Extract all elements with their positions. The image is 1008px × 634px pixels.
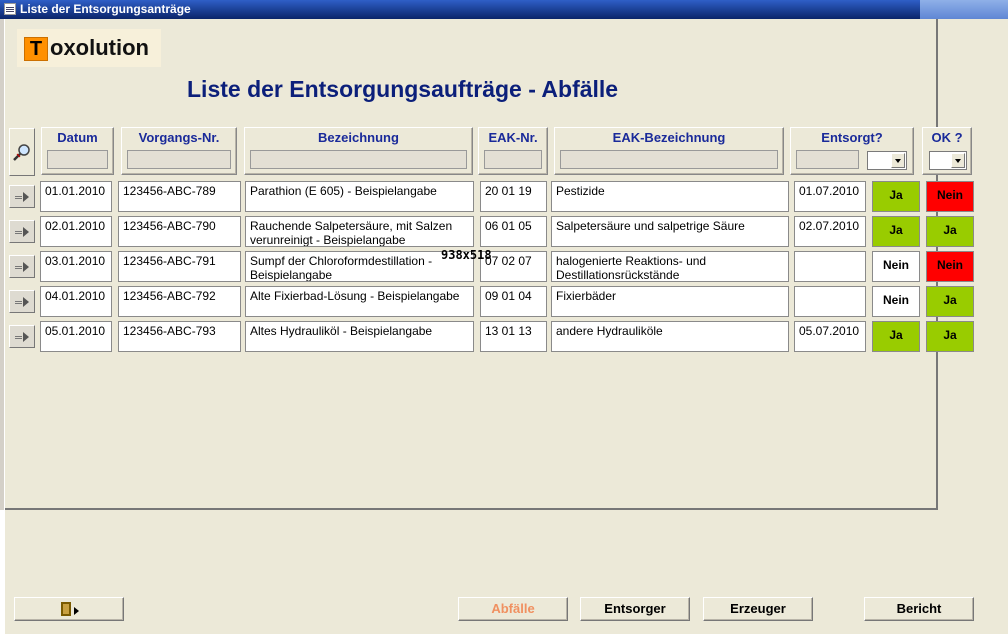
cell-eak[interactable]: 13 01 13 bbox=[480, 321, 547, 352]
filter-bezeichnung[interactable] bbox=[250, 150, 467, 169]
find-magnifier-icon bbox=[13, 144, 30, 161]
cell-entsorgt-datum[interactable]: 01.07.2010 bbox=[794, 181, 866, 212]
status-badge-ok[interactable]: Ja bbox=[926, 216, 974, 247]
record-selector-icon[interactable] bbox=[9, 220, 35, 243]
filter-entsorgt-combo[interactable] bbox=[867, 151, 907, 170]
erzeuger-button[interactable]: Erzeuger bbox=[703, 597, 813, 621]
logo-text: oxolution bbox=[50, 35, 149, 60]
column-header-datum[interactable]: Datum bbox=[41, 127, 114, 175]
cell-datum[interactable]: 01.01.2010 bbox=[40, 181, 112, 212]
column-header-ok[interactable]: OK ? bbox=[922, 127, 972, 175]
cell-datum[interactable]: 04.01.2010 bbox=[40, 286, 112, 317]
filter-vorgang[interactable] bbox=[127, 150, 231, 169]
column-label-bezeichnung: Bezeichnung bbox=[318, 130, 399, 145]
column-label-eak: EAK-Nr. bbox=[488, 130, 538, 145]
column-label-datum: Datum bbox=[57, 130, 98, 145]
cell-bezeichnung[interactable]: Alte Fixierbad-Lösung - Beispielangabe bbox=[245, 286, 474, 317]
cell-eak[interactable]: 09 01 04 bbox=[480, 286, 547, 317]
cell-eak[interactable]: 06 01 05 bbox=[480, 216, 547, 247]
exit-door-icon bbox=[61, 602, 79, 616]
cell-vorgang[interactable]: 123456-ABC-789 bbox=[118, 181, 241, 212]
filter-ok-combo[interactable] bbox=[929, 151, 967, 170]
record-selector-icon[interactable] bbox=[9, 185, 35, 208]
status-badge-ok[interactable]: Ja bbox=[926, 286, 974, 317]
status-badge-ok[interactable]: Nein bbox=[926, 181, 974, 212]
abfaelle-button[interactable]: Abfälle bbox=[458, 597, 568, 621]
bericht-button[interactable]: Bericht bbox=[864, 597, 974, 621]
cell-eak-bez[interactable]: Fixierbäder bbox=[551, 286, 789, 317]
cell-eak-bez[interactable]: Salpetersäure und salpetrige Säure bbox=[551, 216, 789, 247]
cell-datum[interactable]: 05.01.2010 bbox=[40, 321, 112, 352]
status-badge-ok[interactable]: Nein bbox=[926, 251, 974, 282]
cell-datum[interactable]: 03.01.2010 bbox=[40, 251, 112, 282]
window-titlebar[interactable]: Liste der Entsorgungsanträge bbox=[0, 0, 920, 19]
background-window-strip bbox=[920, 0, 1008, 19]
cell-entsorgt-datum[interactable]: 05.07.2010 bbox=[794, 321, 866, 352]
window-left-border bbox=[0, 19, 5, 510]
chevron-down-icon[interactable] bbox=[891, 153, 905, 168]
status-badge-entsorgt[interactable]: Nein bbox=[872, 251, 920, 282]
cell-eak[interactable]: 20 01 19 bbox=[480, 181, 547, 212]
column-header-vorgang[interactable]: Vorgangs-Nr. bbox=[121, 127, 237, 175]
filter-datum[interactable] bbox=[47, 150, 108, 169]
status-badge-entsorgt[interactable]: Ja bbox=[872, 321, 920, 352]
status-badge-entsorgt[interactable]: Nein bbox=[872, 286, 920, 317]
record-selector-icon[interactable] bbox=[9, 325, 35, 348]
column-label-ok: OK ? bbox=[931, 130, 963, 145]
cell-bezeichnung[interactable]: Altes Hydrauliköl - Beispielangabe bbox=[245, 321, 474, 352]
record-selector-icon[interactable] bbox=[9, 255, 35, 278]
page-title: Liste der Entsorgungsaufträge - Abfälle bbox=[187, 76, 619, 102]
status-badge-ok[interactable]: Ja bbox=[926, 321, 974, 352]
cell-entsorgt-datum[interactable]: 02.07.2010 bbox=[794, 216, 866, 247]
cell-datum[interactable]: 02.01.2010 bbox=[40, 216, 112, 247]
find-button[interactable] bbox=[9, 128, 35, 176]
column-label-vorgang: Vorgangs-Nr. bbox=[138, 130, 220, 145]
cell-bezeichnung[interactable]: Rauchende Salpetersäure, mit Salzen veru… bbox=[245, 216, 474, 247]
column-header-bezeichnung[interactable]: Bezeichnung bbox=[244, 127, 473, 175]
logo-letter: T bbox=[24, 37, 48, 61]
column-header-eak-bezeichnung[interactable]: EAK-Bezeichnung bbox=[554, 127, 784, 175]
chevron-down-icon[interactable] bbox=[951, 153, 965, 168]
form-icon[interactable] bbox=[4, 3, 16, 15]
window-title: Liste der Entsorgungsanträge bbox=[20, 2, 191, 16]
cell-vorgang[interactable]: 123456-ABC-791 bbox=[118, 251, 241, 282]
cell-vorgang[interactable]: 123456-ABC-790 bbox=[118, 216, 241, 247]
cell-eak-bez[interactable]: halogenierte Reaktions- und Destillation… bbox=[551, 251, 789, 282]
dimension-label: 938x518 bbox=[441, 248, 492, 262]
cell-vorgang[interactable]: 123456-ABC-792 bbox=[118, 286, 241, 317]
cell-entsorgt-datum[interactable] bbox=[794, 251, 866, 282]
column-label-eak-bezeichnung: EAK-Bezeichnung bbox=[612, 130, 726, 145]
column-header-eak[interactable]: EAK-Nr. bbox=[478, 127, 548, 175]
cell-bezeichnung[interactable]: Sumpf der Chloroformdestillation - Beisp… bbox=[245, 251, 474, 282]
cell-eak-bez[interactable]: andere Hydrauliköle bbox=[551, 321, 789, 352]
logo: T oxolution bbox=[17, 29, 161, 67]
entsorger-button[interactable]: Entsorger bbox=[580, 597, 690, 621]
column-header-entsorgt[interactable]: Entsorgt? bbox=[790, 127, 914, 175]
status-badge-entsorgt[interactable]: Ja bbox=[872, 181, 920, 212]
exit-button[interactable] bbox=[14, 597, 124, 621]
column-label-entsorgt: Entsorgt? bbox=[821, 130, 883, 145]
filter-entsorgt-date[interactable] bbox=[796, 150, 859, 169]
cell-eak-bez[interactable]: Pestizide bbox=[551, 181, 789, 212]
filter-eak[interactable] bbox=[484, 150, 542, 169]
cell-entsorgt-datum[interactable] bbox=[794, 286, 866, 317]
cell-bezeichnung[interactable]: Parathion (E 605) - Beispielangabe bbox=[245, 181, 474, 212]
cell-vorgang[interactable]: 123456-ABC-793 bbox=[118, 321, 241, 352]
filter-eak-bezeichnung[interactable] bbox=[560, 150, 778, 169]
status-badge-entsorgt[interactable]: Ja bbox=[872, 216, 920, 247]
record-selector-icon[interactable] bbox=[9, 290, 35, 313]
